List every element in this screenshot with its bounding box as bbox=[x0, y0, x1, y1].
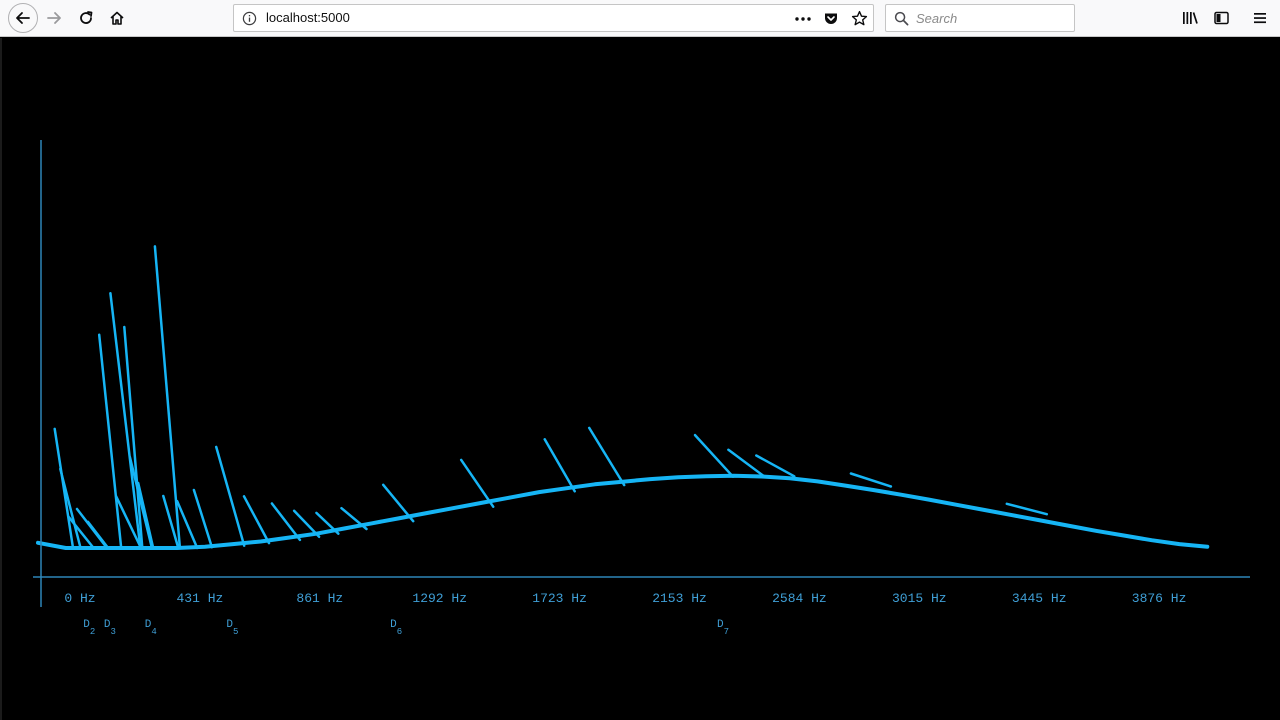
page-actions-icon[interactable] bbox=[794, 11, 812, 27]
spectrum-spike bbox=[153, 245, 182, 550]
sidebar-button[interactable] bbox=[1207, 4, 1235, 32]
x-tick-label: 431 Hz bbox=[176, 591, 223, 606]
note-markers: D2 D3 D4 D5 D6 D7 bbox=[83, 619, 729, 637]
spectrum-spikes bbox=[53, 245, 1049, 550]
back-button[interactable] bbox=[8, 3, 38, 33]
hamburger-menu-icon bbox=[1254, 13, 1266, 24]
page-content: 0 Hz 431 Hz 861 Hz 1292 Hz 1723 Hz 2153 Hz 258… bbox=[0, 38, 1280, 720]
note-marker-label: D3 bbox=[104, 619, 116, 637]
spectrum-spike bbox=[693, 433, 735, 478]
menu-button[interactable] bbox=[1246, 4, 1274, 32]
spectrum-spike bbox=[727, 448, 765, 478]
spectrum-spike bbox=[755, 454, 796, 478]
sidebar-icon bbox=[1213, 11, 1229, 25]
x-tick-label: 2584 Hz bbox=[772, 591, 827, 606]
library-icon bbox=[1183, 12, 1198, 24]
search-placeholder: Search bbox=[916, 11, 958, 26]
pocket-icon[interactable] bbox=[823, 11, 839, 27]
reload-button[interactable] bbox=[72, 4, 100, 32]
x-tick-label: 0 Hz bbox=[64, 591, 95, 606]
note-marker-label: D2 bbox=[83, 619, 95, 637]
frequency-tick-labels: 0 Hz 431 Hz 861 Hz 1292 Hz 1723 Hz 2153 Hz 258… bbox=[64, 591, 1186, 606]
note-marker-label: D5 bbox=[226, 619, 238, 637]
home-icon bbox=[110, 11, 124, 25]
x-tick-label: 861 Hz bbox=[296, 591, 343, 606]
forward-arrow-icon bbox=[47, 12, 61, 24]
spectrum-chart: 0 Hz 431 Hz 861 Hz 1292 Hz 1723 Hz 2153 Hz 258… bbox=[33, 140, 1250, 637]
url-bar[interactable]: localhost:5000 bbox=[233, 4, 874, 32]
x-tick-label: 1292 Hz bbox=[412, 591, 467, 606]
home-button[interactable] bbox=[103, 4, 131, 32]
spectrum-spike bbox=[543, 438, 576, 493]
spectrum-spike bbox=[53, 427, 74, 548]
url-text: localhost:5000 bbox=[266, 10, 350, 25]
bookmark-star-icon[interactable] bbox=[851, 10, 868, 27]
x-tick-label: 1723 Hz bbox=[532, 591, 587, 606]
spectrum-spike bbox=[242, 495, 271, 545]
reload-icon bbox=[80, 11, 93, 24]
spectrum-spike bbox=[214, 445, 246, 547]
note-marker-label: D4 bbox=[145, 619, 157, 637]
spectrum-spike bbox=[587, 426, 626, 487]
search-bar[interactable]: Search bbox=[885, 4, 1075, 32]
browser-toolbar: localhost:5000 Search bbox=[0, 0, 1280, 37]
spectrum-spike bbox=[1005, 502, 1049, 516]
x-tick-label: 3445 Hz bbox=[1012, 591, 1067, 606]
back-arrow-icon bbox=[16, 12, 30, 24]
note-marker-label: D7 bbox=[717, 619, 729, 637]
spectrum-spike bbox=[270, 502, 302, 542]
spectrum-curve bbox=[36, 473, 1210, 550]
search-icon bbox=[894, 11, 909, 26]
x-tick-label: 3015 Hz bbox=[892, 591, 947, 606]
x-tick-label: 2153 Hz bbox=[652, 591, 707, 606]
spectrum-spike bbox=[849, 472, 893, 488]
library-button[interactable] bbox=[1176, 4, 1204, 32]
x-tick-label: 3876 Hz bbox=[1132, 591, 1187, 606]
site-info-icon[interactable] bbox=[242, 11, 257, 26]
forward-button[interactable] bbox=[40, 4, 68, 32]
note-marker-label: D6 bbox=[390, 619, 402, 637]
spectrum-spike bbox=[192, 488, 214, 549]
